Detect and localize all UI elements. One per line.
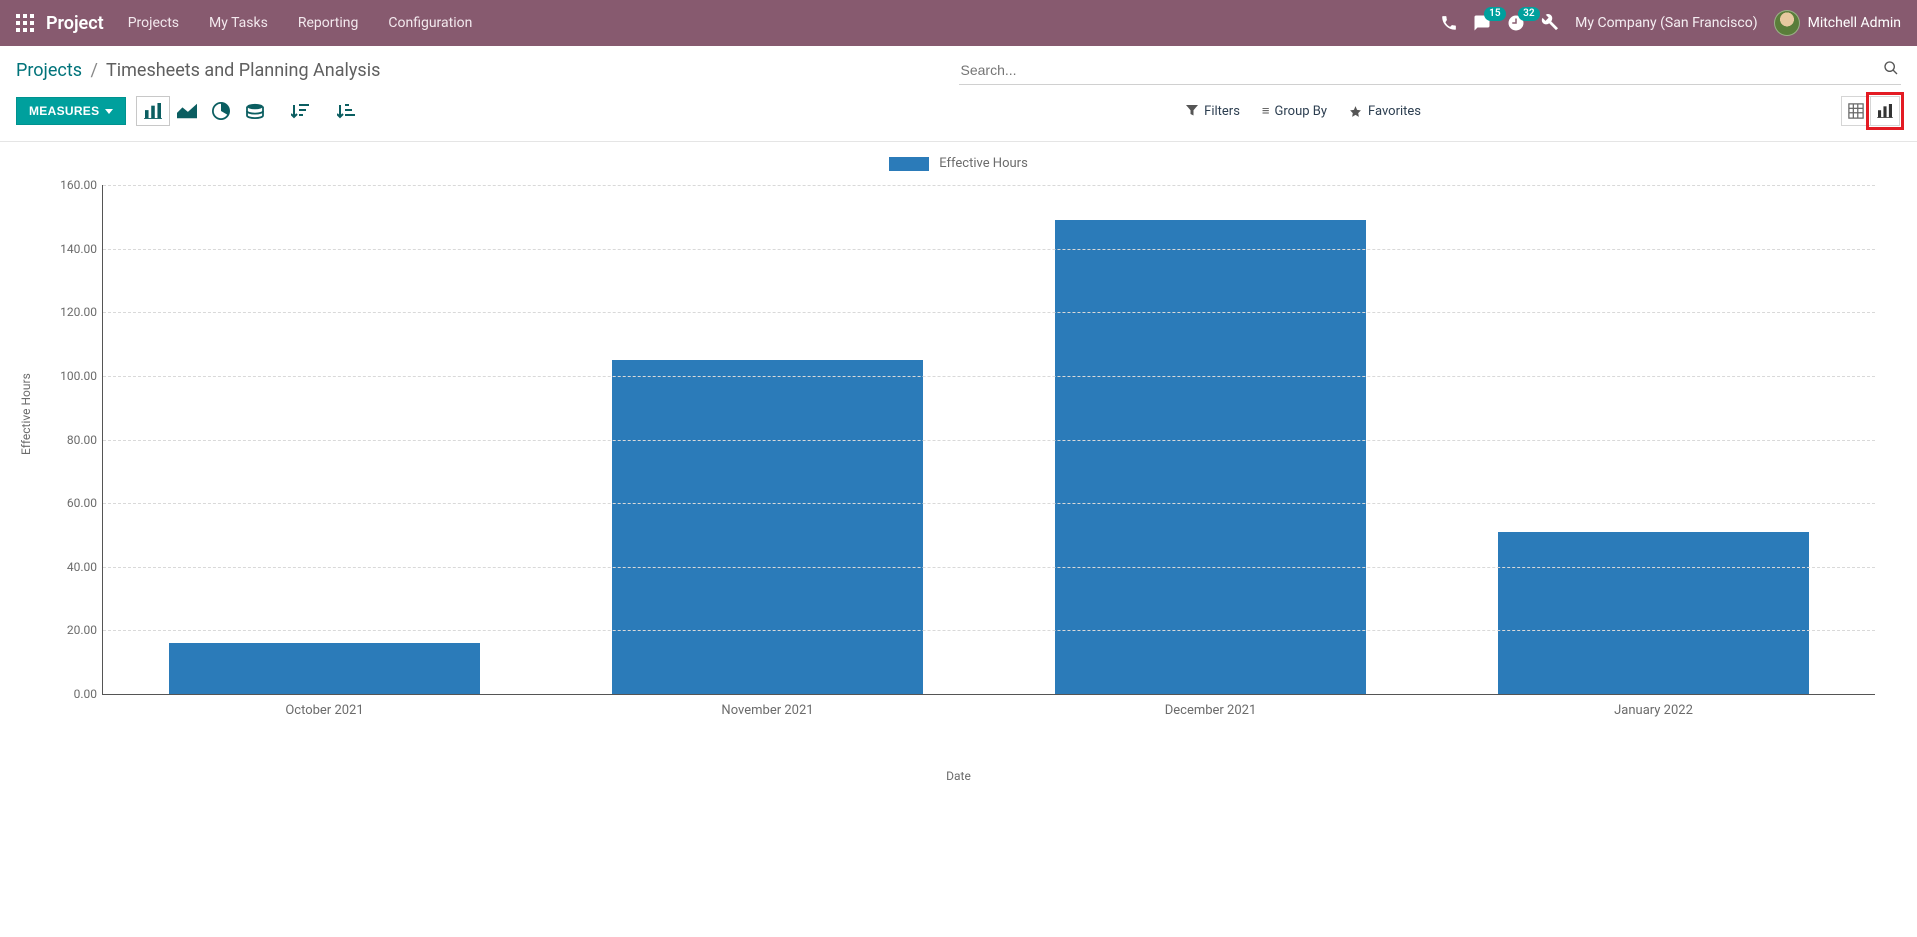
y-tick-label: 140.00 [45, 242, 97, 256]
nav-item-projects[interactable]: Projects [128, 15, 179, 31]
chart-type-group [136, 96, 272, 126]
y-tick-label: 100.00 [45, 369, 97, 383]
favorites-dropdown[interactable]: Favorites [1349, 104, 1421, 119]
top-navbar: Project Projects My Tasks Reporting Conf… [0, 0, 1917, 46]
grid-line [103, 440, 1875, 441]
x-axis-title: Date [12, 769, 1905, 783]
sort-asc-icon[interactable] [332, 96, 360, 126]
apps-icon[interactable] [16, 14, 34, 32]
pie-chart-icon[interactable] [204, 96, 238, 126]
measures-button[interactable]: MEASURES [16, 97, 126, 125]
y-tick-label: 60.00 [45, 496, 97, 510]
y-axis-title: Effective Hours [19, 373, 33, 455]
y-tick-label: 120.00 [45, 305, 97, 319]
messages-icon[interactable]: 15 [1473, 14, 1491, 32]
breadcrumb-separator: / [90, 60, 97, 81]
groupby-label: Group By [1275, 104, 1328, 119]
caret-down-icon [105, 109, 113, 114]
activities-icon[interactable]: 32 [1507, 14, 1525, 32]
bar[interactable] [612, 360, 922, 694]
grid-line [103, 376, 1875, 377]
stacked-icon[interactable] [238, 96, 272, 126]
bar[interactable] [169, 643, 479, 694]
nav-item-reporting[interactable]: Reporting [298, 15, 359, 31]
user-name: Mitchell Admin [1808, 15, 1901, 31]
grid-line [103, 312, 1875, 313]
phone-icon[interactable] [1441, 15, 1457, 31]
grid-line [103, 630, 1875, 631]
company-selector[interactable]: My Company (San Francisco) [1575, 15, 1757, 31]
user-menu[interactable]: Mitchell Admin [1774, 10, 1901, 36]
sort-group [286, 96, 360, 126]
y-tick-label: 0.00 [45, 687, 97, 701]
activities-badge: 32 [1518, 7, 1539, 21]
grid-line [103, 503, 1875, 504]
x-tick-label: December 2021 [1165, 703, 1257, 718]
chart-legend: Effective Hours [12, 150, 1905, 175]
y-tick-label: 160.00 [45, 178, 97, 192]
sort-desc-icon[interactable] [286, 96, 314, 126]
bar[interactable] [1055, 220, 1365, 694]
control-panel: Projects / Timesheets and Planning Analy… [0, 46, 1917, 133]
legend-swatch [889, 157, 929, 171]
chart-plot: Effective Hours October 2021November 202… [32, 175, 1885, 735]
filters-label: Filters [1204, 104, 1240, 119]
line-chart-icon[interactable] [170, 96, 204, 126]
grid-line [103, 249, 1875, 250]
plot-area: October 2021November 2021December 2021Ja… [102, 185, 1875, 695]
nav-item-my-tasks[interactable]: My Tasks [209, 15, 268, 31]
page-title: Timesheets and Planning Analysis [106, 60, 380, 81]
measures-label: MEASURES [29, 104, 99, 118]
groupby-dropdown[interactable]: ≡ Group By [1262, 103, 1327, 119]
search-bar [959, 56, 1902, 85]
pivot-view-icon[interactable] [1841, 96, 1871, 126]
filters-dropdown[interactable]: Filters [1186, 104, 1240, 119]
grid-line [103, 185, 1875, 186]
breadcrumb-root[interactable]: Projects [16, 60, 82, 81]
nav-systray: 15 32 My Company (San Francisco) Mitchel… [1441, 10, 1901, 36]
nav-menu: Projects My Tasks Reporting Configuratio… [128, 15, 473, 31]
x-tick-label: November 2021 [721, 703, 813, 718]
list-icon: ≡ [1262, 103, 1269, 119]
graph-view-icon[interactable] [1870, 96, 1900, 126]
legend-label: Effective Hours [939, 156, 1028, 171]
y-tick-label: 80.00 [45, 433, 97, 447]
bar[interactable] [1498, 532, 1808, 694]
breadcrumb: Projects / Timesheets and Planning Analy… [16, 60, 380, 81]
avatar [1774, 10, 1800, 36]
bar-chart-icon[interactable] [136, 96, 170, 126]
search-options: Filters ≡ Group By Favorites [1186, 103, 1841, 119]
messages-badge: 15 [1484, 7, 1505, 21]
nav-item-configuration[interactable]: Configuration [388, 15, 472, 31]
grid-line [103, 567, 1875, 568]
y-tick-label: 40.00 [45, 560, 97, 574]
chart-container: Effective Hours Effective Hours October … [0, 142, 1917, 799]
view-switcher [1841, 95, 1901, 127]
search-input[interactable] [961, 62, 1884, 78]
search-icon[interactable] [1883, 60, 1899, 80]
x-tick-label: January 2022 [1614, 703, 1693, 718]
debug-icon[interactable] [1541, 14, 1559, 32]
app-brand[interactable]: Project [46, 13, 104, 34]
y-tick-label: 20.00 [45, 623, 97, 637]
favorites-label: Favorites [1368, 104, 1421, 119]
x-tick-label: October 2021 [285, 703, 363, 718]
